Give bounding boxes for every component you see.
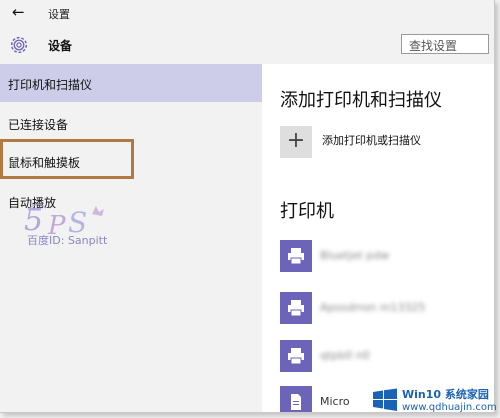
corner-logo: Win10 系统家园 www.qdhuajin.com xyxy=(372,382,500,418)
gear-icon xyxy=(10,36,28,54)
sidebar-item-printers-scanners[interactable]: 打印机和扫描仪 xyxy=(0,64,262,102)
document-printer-icon xyxy=(280,386,312,412)
main-content: 添加打印机和扫描仪 + 添加打印机或扫描仪 打印机 Bluetjet pdw A… xyxy=(262,64,494,412)
printer-name: Aposdrron m13325 xyxy=(320,301,426,314)
printer-name: qtpb0 n0 xyxy=(320,349,370,362)
sidebar-item-label: 打印机和扫描仪 xyxy=(8,78,93,92)
app-title: 设置 xyxy=(48,8,70,21)
printer-name: Micro xyxy=(320,395,350,408)
section-title: 添加打印机和扫描仪 xyxy=(280,90,442,111)
printer-icon xyxy=(280,292,312,324)
search-input[interactable]: 查找设置 xyxy=(401,34,489,54)
page-header: 设备 查找设置 xyxy=(0,26,494,64)
sidebar-item-connected-devices[interactable]: 已连接设备 xyxy=(0,104,262,142)
printer-item[interactable]: Bluetjet pdw xyxy=(280,240,494,276)
logo-url: www.qdhuajin.com xyxy=(402,402,497,413)
windows-logo-icon xyxy=(373,388,397,411)
printer-icon xyxy=(280,340,312,372)
add-printer-label: 添加打印机或扫描仪 xyxy=(322,134,421,147)
watermark-id-text: 百度ID: Sanpitt xyxy=(27,234,108,247)
plus-icon: + xyxy=(280,126,312,158)
printer-icon xyxy=(280,240,312,272)
printer-item[interactable]: qtpb0 n0 xyxy=(280,340,494,376)
back-arrow-icon[interactable]: ← xyxy=(12,3,25,21)
printers-heading: 打印机 xyxy=(280,201,334,222)
page-title: 设备 xyxy=(48,39,73,53)
sidebar-item-label: 已连接设备 xyxy=(8,118,69,132)
title-bar: ← 设置 xyxy=(0,0,494,26)
settings-window: ← 设置 设备 查找设置 打印机和扫描仪 已连接设备 鼠标和触摸板 自动播放 5… xyxy=(0,0,495,413)
sidebar-item-label: 鼠标和触摸板 xyxy=(8,156,81,170)
printer-name: Bluetjet pdw xyxy=(320,249,390,262)
logo-title: Win10 系统家园 xyxy=(402,388,489,401)
sidebar-item-mouse-touchpad[interactable]: 鼠标和触摸板 xyxy=(0,142,262,180)
printer-item[interactable]: Aposdrron m13325 xyxy=(280,292,494,328)
